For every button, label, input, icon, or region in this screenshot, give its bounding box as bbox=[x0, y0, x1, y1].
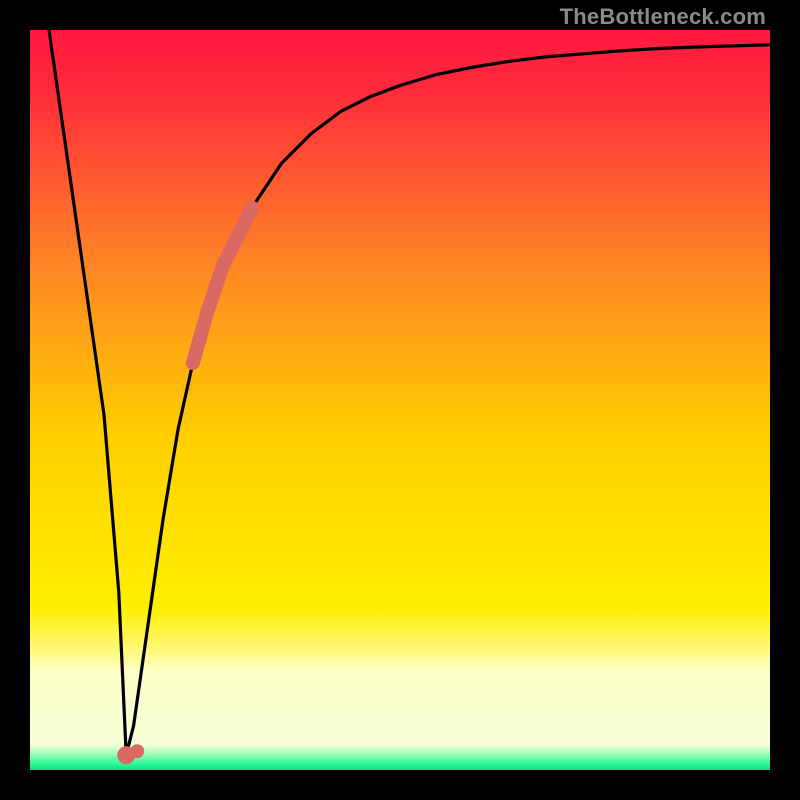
gradient-background bbox=[30, 30, 770, 770]
chart-svg bbox=[30, 30, 770, 770]
chart-frame: TheBottleneck.com bbox=[0, 0, 800, 800]
watermark-text: TheBottleneck.com bbox=[560, 4, 766, 30]
highlight-segment bbox=[245, 208, 252, 223]
plot-area bbox=[30, 30, 770, 770]
min-point-marker-tail bbox=[130, 744, 144, 758]
